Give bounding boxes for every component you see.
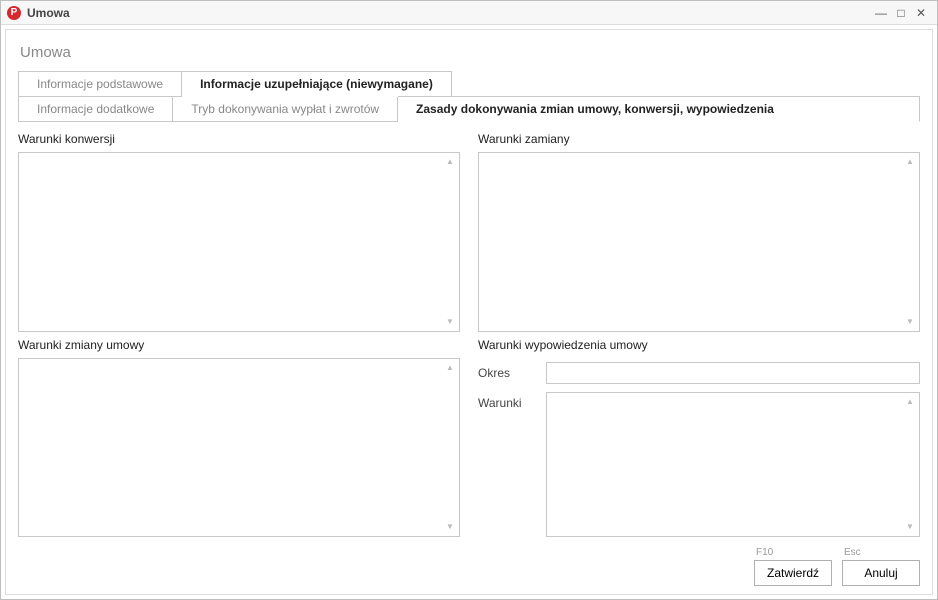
wrap-warunki-sub: ▲ ▼	[546, 392, 920, 538]
input-okres[interactable]	[546, 362, 920, 384]
titlebar: P Umowa — □ ✕	[1, 1, 937, 25]
tab-tryb-wyplat[interactable]: Tryb dokonywania wypłat i zwrotów	[173, 96, 398, 122]
label-warunki-zamiany: Warunki zamiany	[478, 130, 920, 148]
footer: F10 Zatwierdź Esc Anuluj	[18, 537, 920, 586]
label-warunki-konwersji: Warunki konwersji	[18, 130, 460, 148]
confirm-shortcut: F10	[754, 547, 773, 558]
cancel-button[interactable]: Anuluj	[842, 560, 920, 586]
label-warunki-wypowiedzenia: Warunki wypowiedzenia umowy	[478, 336, 920, 354]
label-warunki-sub: Warunki	[478, 392, 538, 538]
window-title: Umowa	[27, 6, 70, 20]
window-root: P Umowa — □ ✕ Umowa Informacje podstawow…	[0, 0, 938, 600]
input-warunki-zmiany-umowy[interactable]	[18, 358, 460, 538]
minimize-button[interactable]: —	[871, 6, 891, 20]
tab-zasady-zmian[interactable]: Zasady dokonywania zmian umowy, konwersj…	[398, 96, 920, 122]
tab-informacje-dodatkowe[interactable]: Informacje dodatkowe	[18, 96, 173, 122]
wypowiedzenie-group: Warunki wypowiedzenia umowy Okres Warunk…	[478, 336, 920, 538]
confirm-group: F10 Zatwierdź	[754, 547, 832, 586]
tab-informacje-podstawowe[interactable]: Informacje podstawowe	[18, 71, 182, 97]
label-warunki-zmiany-umowy: Warunki zmiany umowy	[18, 336, 460, 354]
wrap-warunki-konwersji: ▲ ▼	[18, 152, 460, 332]
label-okres: Okres	[478, 362, 538, 384]
wrap-warunki-zamiany: ▲ ▼	[478, 152, 920, 332]
input-warunki-sub[interactable]	[546, 392, 920, 538]
cancel-group: Esc Anuluj	[842, 547, 920, 586]
maximize-button[interactable]: □	[891, 6, 911, 20]
secondary-tab-row: Informacje dodatkowe Tryb dokonywania wy…	[18, 96, 920, 122]
app-icon: P	[7, 6, 21, 20]
primary-tab-row: Informacje podstawowe Informacje uzupełn…	[18, 71, 920, 97]
input-warunki-konwersji[interactable]	[18, 152, 460, 332]
tab-informacje-uzupelniajace[interactable]: Informacje uzupełniające (niewymagane)	[182, 71, 452, 97]
cancel-shortcut: Esc	[842, 547, 861, 558]
form-grid: Warunki konwersji ▲ ▼ Warunki zamiany ▲ …	[18, 130, 920, 537]
wrap-warunki-zmiany-umowy: ▲ ▼	[18, 358, 460, 538]
content-area: Umowa Informacje podstawowe Informacje u…	[5, 29, 933, 595]
close-button[interactable]: ✕	[911, 6, 931, 20]
page-title: Umowa	[20, 44, 918, 61]
input-warunki-zamiany[interactable]	[478, 152, 920, 332]
confirm-button[interactable]: Zatwierdź	[754, 560, 832, 586]
